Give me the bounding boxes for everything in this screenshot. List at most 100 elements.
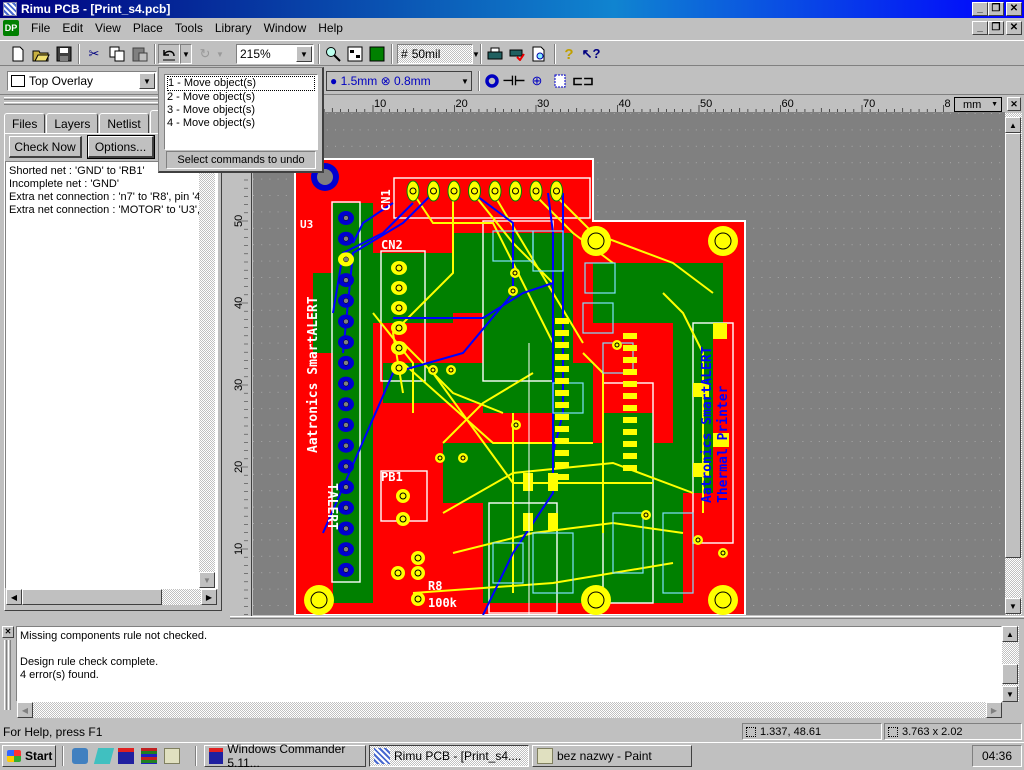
zoom-combo[interactable]: 215% ▼ [236,44,314,64]
menu-place[interactable]: Place [127,21,169,35]
close-button[interactable]: ✕ [1006,2,1022,16]
menu-edit[interactable]: Edit [56,21,89,35]
close-output-button[interactable]: ✕ [2,626,14,638]
canvas-vscrollbar[interactable]: ▲ ▼ [1005,113,1022,615]
drc-results-list[interactable]: Shorted net : 'GND' to 'RB1' Incomplete … [5,161,218,589]
quicklaunch-archive-icon[interactable] [141,748,157,764]
doc-close-button[interactable]: ✕ [1006,21,1022,35]
scroll-up-arrow[interactable]: ▲ [1005,117,1021,133]
task-paint[interactable]: bez nazwy - Paint [532,745,692,767]
scroll-up-arrow[interactable]: ▲ [1002,626,1018,642]
drc-result[interactable]: Extra net connection : 'MOTOR' to 'U3', [9,204,199,217]
tab-files[interactable]: Files [4,113,46,133]
menu-tools[interactable]: Tools [169,21,209,35]
doc-restore-button[interactable]: ❐ [988,21,1004,35]
task-rimu-pcb[interactable]: Rimu PCB - [Print_s4.... [369,745,529,767]
grid-dot [285,424,287,426]
undo-item[interactable]: 3 - Move object(s) [167,104,315,117]
undo-item[interactable]: 2 - Move object(s) [167,91,315,104]
print-check-icon[interactable] [506,44,528,64]
capacitor-icon[interactable]: ⊣⊢ [503,71,526,91]
context-help-icon[interactable]: ↖? [580,44,602,64]
connector-pad [488,180,502,202]
open-icon[interactable] [30,44,52,64]
undo-list[interactable]: 1 - Move object(s) 2 - Move object(s) 3 … [164,74,318,150]
quicklaunch-network-icon[interactable] [72,748,88,764]
grid-dot [753,342,755,344]
cut-icon[interactable]: ✂ [83,44,105,64]
menu-window[interactable]: Window [258,21,313,35]
check-now-button[interactable]: Check Now [9,136,82,158]
copy-icon[interactable] [106,44,128,64]
scroll-down-arrow[interactable]: ▼ [199,572,215,588]
close-ruler-button[interactable]: ✕ [1007,97,1021,111]
transistor-icon[interactable]: ⊕ [526,71,548,91]
task-windows-commander[interactable]: Windows Commander 5.11... [204,742,366,770]
scroll-right-arrow[interactable]: ▶ [986,702,1002,718]
menu-library[interactable]: Library [209,21,258,35]
drc-result[interactable]: Incomplete net : 'GND' [9,178,214,191]
doc-minimize-button[interactable]: _ [972,21,988,35]
connector-icon[interactable]: ⊏⊐ [572,71,594,91]
scroll-thumb[interactable] [22,589,162,605]
undo-item[interactable]: 1 - Move object(s) [167,76,315,91]
quicklaunch-notepad-icon[interactable] [164,748,180,764]
chevron-down-icon[interactable]: ▼ [457,73,473,89]
menu-help[interactable]: Help [312,21,349,35]
via-combo[interactable]: ● 1.5mm ⊗ 0.8mm ▼ [326,71,472,91]
grid-dot [753,178,755,180]
drc-hscrollbar[interactable]: ◀ ▶ [6,589,217,605]
zoom-icon[interactable] [322,44,344,64]
smd-pad [523,513,533,531]
restore-button[interactable]: ❐ [988,2,1004,16]
help-icon[interactable]: ? [558,44,580,64]
pad-icon[interactable] [481,71,503,91]
menu-file[interactable]: File [25,21,56,35]
drc-result[interactable]: Extra net connection : 'n7' to 'R8', pin… [9,191,199,204]
grid-dot [966,309,968,311]
tab-netlist[interactable]: Netlist [99,113,149,133]
canvas-scroll-thumb[interactable] [1005,133,1021,558]
start-button[interactable]: Start [2,745,56,767]
chevron-down-icon[interactable]: ▼ [139,73,155,89]
print-preview-icon[interactable] [528,44,550,64]
undo-item[interactable]: 4 - Move object(s) [167,117,315,130]
paste-icon[interactable] [129,44,151,64]
scroll-left-arrow[interactable]: ◀ [6,589,22,605]
quicklaunch-eraser-icon[interactable] [93,748,115,764]
tab-layers[interactable]: Layers [46,113,99,133]
save-icon[interactable] [53,44,75,64]
quicklaunch-disk-icon[interactable] [118,748,134,764]
scroll-right-arrow[interactable]: ▶ [201,589,217,605]
output-hscrollbar[interactable]: ◀ ▶ [17,702,1002,718]
undo-dropdown[interactable]: ▼ [180,44,192,64]
unit-combo[interactable]: mm ▼ [954,97,1002,112]
scroll-down-arrow[interactable]: ▼ [1005,598,1021,614]
output-vscrollbar[interactable]: ▲ ▼ [1002,626,1019,702]
redo-icon[interactable]: ↻ [194,44,216,64]
layer-combo[interactable]: Top Overlay ▼ [7,71,157,91]
scroll-left-arrow[interactable]: ◀ [17,702,33,718]
menu-view[interactable]: View [89,21,127,35]
options-button[interactable]: Options... [87,135,155,159]
system-clock[interactable]: 04:36 [972,745,1022,767]
grid-combo[interactable]: # 50mil [397,44,473,64]
print-icon[interactable] [484,44,506,64]
board-view-icon[interactable] [366,44,388,64]
drc-vscrollbar[interactable]: ▼ [199,162,215,588]
new-icon[interactable] [7,44,29,64]
pcb-canvas[interactable]: CN1 CN2 PB1 R8 100k U3 Aatronics SmartALERT TAL… [253,113,1005,615]
output-scroll-thumb[interactable] [1002,664,1018,684]
scroll-down-arrow[interactable]: ▼ [1002,686,1018,702]
undo-button[interactable] [158,44,180,64]
component-view-icon[interactable] [344,44,366,64]
grid-dot [909,277,910,278]
chevron-down-icon[interactable]: ▼ [296,46,312,62]
grid-dot [982,408,984,410]
redo-dropdown[interactable]: ▼ [214,44,226,64]
grid-dot [892,113,894,114]
ic-icon[interactable] [549,71,571,91]
minimize-button[interactable]: _ [972,2,988,16]
document-icon[interactable]: DP [3,20,19,36]
chevron-down-icon[interactable]: ▼ [991,101,998,108]
